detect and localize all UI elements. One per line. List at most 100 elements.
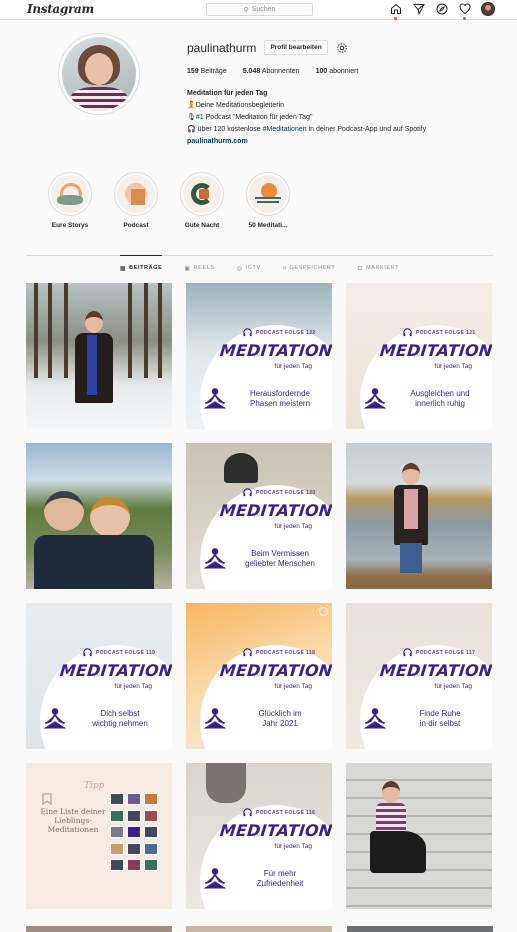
highlight-item[interactable]: Eure Storys [48, 172, 92, 229]
podcast-series-title: MEDITATION [219, 821, 332, 840]
posts-grid: PODCAST FOLGE 122 MEDITATION für jeden T… [26, 283, 493, 909]
highlight-label: 50 Meditati... [248, 222, 288, 229]
episode-title: Für mehr Zufriedenheit [256, 869, 304, 888]
explore-icon[interactable] [435, 3, 448, 16]
username: paulinathurm [187, 40, 257, 55]
story-highlights: Eure Storys Podcast Gute Nacht 50 Medita… [48, 172, 290, 229]
post-thumbnail[interactable] [186, 926, 332, 932]
notification-dot [394, 16, 397, 20]
nav-icons [389, 2, 495, 20]
top-navigation-bar: Instagram ⚲ Suchen [0, 0, 517, 20]
podcast-series-title: MEDITATION [219, 661, 332, 680]
profile-tabs: ▦ BEITRÄGE ▣ REELS ◎ IGTV ⌑ GESPEICHERT ⊡ MAR… [26, 255, 493, 276]
podcast-subtitle: für jeden Tag [434, 363, 472, 370]
search-placeholder: Suchen [251, 6, 276, 13]
profile-stats: 159 Beiträge 5.048 Abonnenten 100 abonni… [187, 68, 358, 75]
tipp-label: Tipp [84, 781, 105, 791]
home-icon[interactable] [389, 3, 402, 20]
reels-icon: ▣ [184, 266, 191, 272]
episode-number: PODCAST FOLGE 117 [416, 650, 476, 656]
tab-posts[interactable]: ▦ BEITRÄGE [119, 255, 163, 275]
meditation-icon [203, 708, 227, 729]
bio-name: Meditation für jeden Tag [187, 90, 268, 97]
profile-avatar[interactable] [481, 2, 495, 16]
post-thumbnail[interactable]: PODCAST FOLGE 118 MEDITATION für jeden T… [186, 603, 332, 749]
instagram-logo[interactable]: Instagram [27, 2, 94, 16]
highlight-label: Eure Storys [51, 222, 89, 229]
headphones-icon [243, 648, 252, 657]
post-thumbnail[interactable]: PODCAST FOLGE 122 MEDITATION für jeden T… [186, 283, 332, 429]
tab-igtv[interactable]: ◎ IGTV [237, 256, 261, 276]
reels-badge-icon [319, 607, 328, 616]
episode-title: Beim Vermissen geliebter Menschen [245, 549, 315, 568]
website-link[interactable]: paulinathurm.com [187, 136, 487, 148]
post-thumbnail[interactable]: PODCAST FOLGE 120 MEDITATION für jeden T… [186, 443, 332, 589]
activity-icon[interactable] [458, 3, 471, 20]
highlight-item[interactable]: Podcast [114, 172, 158, 229]
posts-count: 159 Beiträge [187, 68, 227, 75]
tab-saved[interactable]: ⌑ GESPEICHERT [283, 256, 336, 276]
podcast-subtitle: für jeden Tag [274, 843, 312, 850]
tipp-title: Eine Liste deiner Lieblings-Meditationen [40, 807, 106, 834]
podcast-subtitle: für jeden Tag [434, 683, 472, 690]
profile-bio: Meditation für jeden Tag 🧘Deine Meditati… [187, 88, 487, 148]
post-thumbnail[interactable] [346, 763, 492, 909]
notification-dot [463, 16, 466, 20]
podcast-series-title: MEDITATION [379, 661, 492, 680]
meditation-icon [203, 868, 227, 889]
meditation-icon [363, 708, 387, 729]
highlight-cover [51, 175, 89, 213]
headphones-icon [243, 328, 252, 337]
highlight-item[interactable]: 50 Meditati... [246, 172, 290, 229]
podcast-subtitle: für jeden Tag [274, 363, 312, 370]
post-thumbnail[interactable] [346, 443, 492, 589]
tab-tagged[interactable]: ⊡ MARKIERT [357, 256, 399, 276]
episode-title: Finde Ruhe in dir selbst [419, 709, 461, 728]
episode-number: PODCAST FOLGE 122 [256, 330, 316, 336]
bio-line: 🎧 über 120 kostenlose #Meditationen in d… [187, 126, 427, 133]
podcast-series-title: MEDITATION [219, 341, 332, 360]
highlight-item[interactable]: Gute Nacht [180, 172, 224, 229]
episode-title: Dich selbst wichtig nehmen [92, 709, 148, 728]
episode-title: Glücklich im Jahr 2021 [258, 709, 302, 728]
direct-icon[interactable] [412, 3, 425, 16]
bookmark-icon [42, 793, 52, 805]
episode-number: PODCAST FOLGE 119 [96, 650, 156, 656]
avatar [62, 37, 136, 111]
highlight-label: Podcast [123, 222, 149, 229]
igtv-icon: ◎ [236, 266, 243, 272]
highlight-label: Gute Nacht [184, 222, 220, 229]
post-thumbnail[interactable] [26, 283, 172, 429]
post-thumbnail[interactable]: PODCAST FOLGE 121 MEDITATION für jeden T… [346, 283, 492, 429]
post-thumbnail[interactable] [26, 443, 172, 589]
podcast-subtitle: für jeden Tag [274, 683, 312, 690]
edit-profile-button[interactable]: Profil bearbeiten [264, 40, 328, 55]
post-photo-person [90, 497, 130, 537]
episode-number: PODCAST FOLGE 121 [416, 330, 476, 336]
highlight-cover [117, 175, 155, 213]
hashtag-link[interactable]: #1 [196, 114, 204, 121]
following-count[interactable]: 100 abonniert [316, 68, 359, 75]
post-photo-person [402, 463, 420, 485]
podcast-series-title: MEDITATION [219, 501, 332, 520]
headphones-icon [403, 328, 412, 337]
episode-title: Ausgleichen und innerlich ruhig [410, 389, 470, 408]
tab-reels[interactable]: ▣ REELS [184, 256, 214, 276]
post-thumbnail[interactable] [26, 926, 172, 932]
hashtag-link[interactable]: #Meditationen [263, 126, 307, 133]
headphones-icon [243, 488, 252, 497]
profile-picture[interactable] [58, 33, 140, 115]
episode-number: PODCAST FOLGE 120 [256, 490, 316, 496]
post-thumbnail[interactable]: PODCAST FOLGE 117 MEDITATION für jeden T… [346, 603, 492, 749]
post-thumbnail[interactable]: Tipp Eine Liste deiner Lieblings-Meditat… [26, 763, 172, 909]
post-thumbnail[interactable]: PODCAST FOLGE 119 MEDITATION für jeden T… [26, 603, 172, 749]
settings-gear-icon[interactable] [336, 42, 348, 54]
playlist-covers [110, 793, 160, 873]
meditation-icon [203, 548, 227, 569]
podcast-series-title: MEDITATION [379, 341, 492, 360]
highlight-cover [183, 175, 221, 213]
search-input[interactable]: ⚲ Suchen [206, 3, 313, 16]
post-thumbnail[interactable] [347, 926, 493, 932]
followers-count[interactable]: 5.048 Abonnenten [243, 68, 300, 75]
post-thumbnail[interactable]: PODCAST FOLGE 116 MEDITATION für jeden T… [186, 763, 332, 909]
